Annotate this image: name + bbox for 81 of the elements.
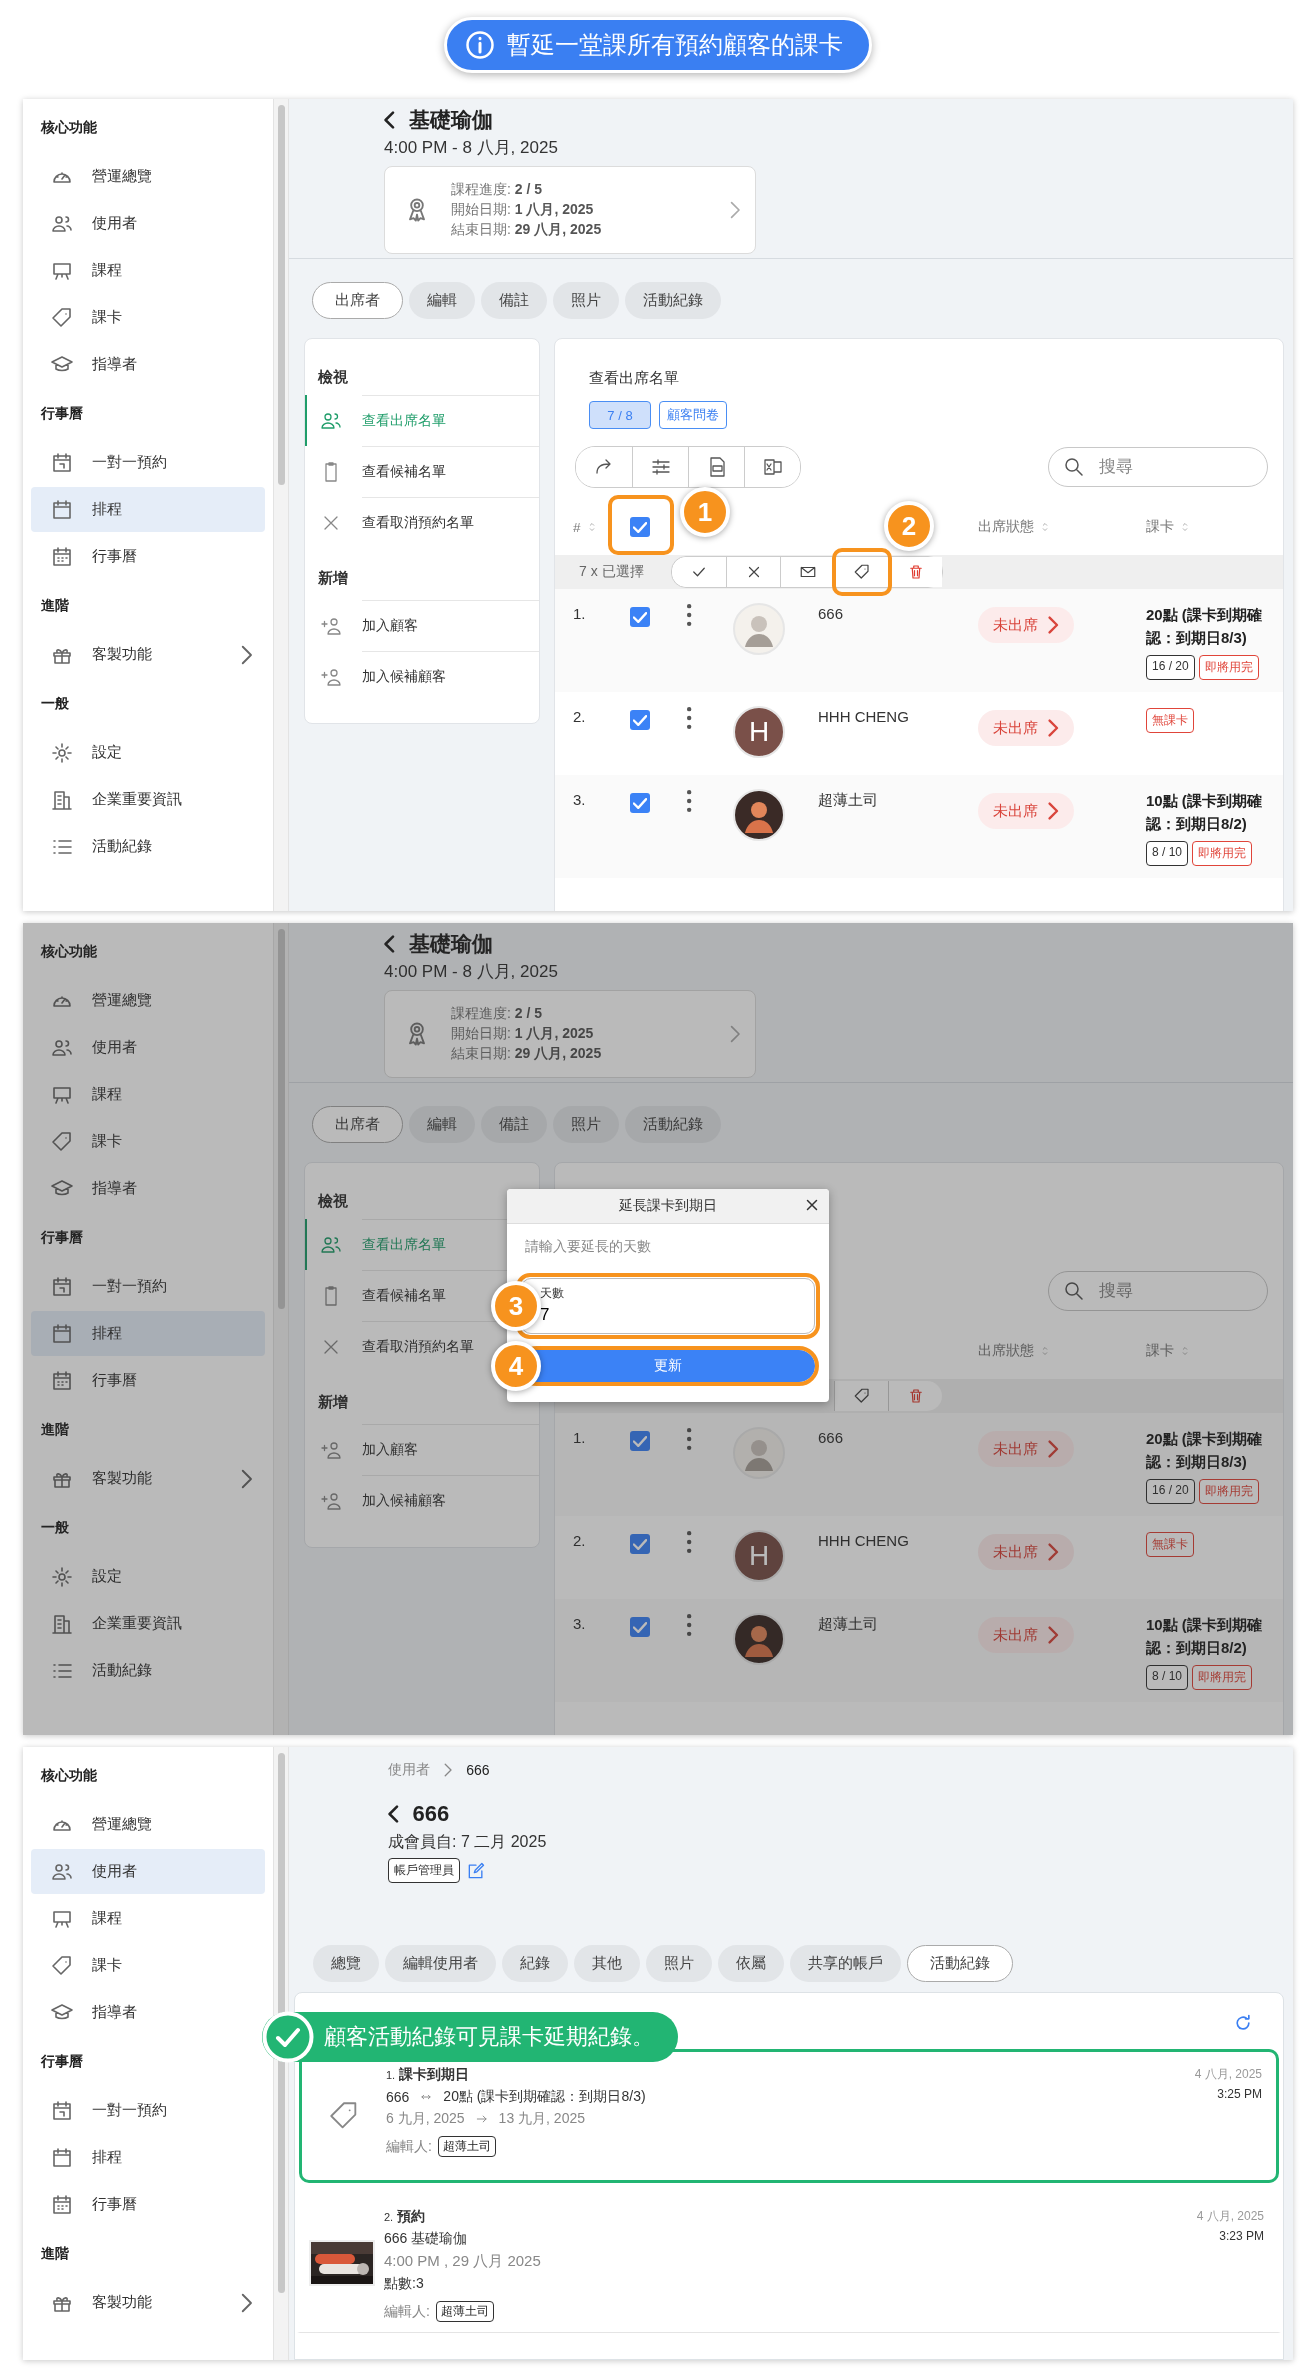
usage-badge: 16 / 20 [1146, 655, 1195, 680]
entry-number: 2. [384, 2211, 394, 2223]
page-title: 666 [412, 1801, 450, 1827]
usage-badge: 8 / 10 [1146, 1665, 1189, 1690]
booking-summary: 666 基礎瑜伽 [384, 2230, 469, 2248]
sidebar-heading: 進階 [40, 2243, 70, 2263]
pass-name: 10點 (課卡到期確認：到期日8/2) [1146, 1615, 1263, 1658]
avatar: H [733, 706, 785, 758]
editor-label: 編輯人: [384, 2302, 430, 2321]
points: 點數:3 [384, 2275, 425, 2293]
role-tag: 帳戶管理員 [388, 1858, 460, 1883]
pass-name: 20點 (課卡到期確認：到期日8/3) [443, 2088, 646, 2106]
sidebar-heading: 核心功能 [40, 117, 98, 137]
session-time: 4:00 PM - 8 八月, 2025 [384, 137, 559, 159]
warning-badge: 即將用完 [1192, 841, 1253, 866]
pass-name: 20點 (課卡到期確認：到期日8/3) [1146, 605, 1263, 648]
info-line: 開始日期: 1 八月, 2025 [451, 201, 595, 219]
customer-name: HHH CHENG [818, 1531, 910, 1549]
sidebar-heading: 進階 [40, 595, 70, 615]
entry-time: 3:25 PM [1217, 2087, 1262, 2101]
field-label: 天數 [540, 1285, 564, 1302]
editor-label: 編輯人: [386, 2137, 432, 2156]
row-number: 3. [573, 1614, 587, 1632]
sidebar-heading: 一般 [40, 1517, 70, 1537]
warning-badge: 即將用完 [1198, 1479, 1259, 1504]
customer-name: 超薄土司 [818, 790, 879, 810]
sidebar-heading: 一般 [40, 693, 70, 713]
booking-time: 4:00 PM , 29 八月 2025 [384, 2252, 542, 2271]
session-time: 4:00 PM - 8 八月, 2025 [384, 961, 559, 983]
entry-date: 4 八月, 2025 [1196, 2208, 1264, 2225]
old-date: 6 九月, 2025 [386, 2110, 465, 2128]
customer-name: 666 [818, 1428, 845, 1446]
customer-name: 超薄土司 [818, 1614, 879, 1634]
dialog-title: 延長課卡到期日 [619, 1197, 717, 1215]
usage-badge: 16 / 20 [1146, 1479, 1195, 1504]
entry-title: 預約 [397, 2208, 426, 2226]
customer-name: 666 [386, 2089, 410, 2105]
info-line: 結束日期: 29 八月, 2025 [451, 221, 603, 239]
page-title: 基礎瑜伽 [408, 107, 493, 133]
customer-name: 666 [818, 604, 845, 622]
editor-tag: 超薄土司 [435, 2301, 494, 2322]
member-since: 成會員自: 7 二月 2025 [388, 1832, 548, 1852]
new-date: 13 九月, 2025 [498, 2110, 585, 2128]
menu-heading: 檢視 [317, 1191, 349, 1211]
pass-name: 10點 (課卡到期確認：到期日8/2) [1146, 791, 1263, 834]
row-number: 1. [573, 1428, 587, 1446]
info-line: 課程進度: 2 / 5 [451, 1005, 544, 1023]
row-number: 1. [573, 604, 587, 622]
menu-heading: 新增 [317, 568, 349, 588]
usage-badge: 8 / 10 [1146, 841, 1189, 866]
info-line: 課程進度: 2 / 5 [451, 181, 544, 199]
card-title: 查看出席名單 [589, 369, 680, 388]
sidebar-heading: 行事曆 [40, 403, 84, 423]
entry-title: 課卡到期日 [399, 2066, 470, 2084]
sidebar-heading: 核心功能 [40, 941, 98, 961]
info-line: 開始日期: 1 八月, 2025 [451, 1025, 595, 1043]
row-number: 2. [573, 707, 587, 725]
row-number: 2. [573, 1531, 587, 1549]
entry-time: 3:23 PM [1219, 2229, 1264, 2243]
menu-heading: 新增 [317, 1392, 349, 1412]
editor-tag: 超薄土司 [437, 2136, 496, 2157]
sidebar-heading: 核心功能 [40, 1765, 98, 1785]
warning-badge: 即將用完 [1198, 655, 1259, 680]
warning-badge: 無課卡 [1146, 1532, 1194, 1557]
info-line: 結束日期: 29 八月, 2025 [451, 1045, 603, 1063]
warning-badge: 無課卡 [1146, 708, 1194, 733]
warning-badge: 即將用完 [1192, 1665, 1253, 1690]
page-title: 基礎瑜伽 [408, 931, 493, 957]
callout-text: 顧客活動紀錄可見課卡延期紀錄。 [324, 2023, 654, 2051]
sidebar-heading: 行事曆 [40, 2051, 84, 2071]
customer-name: HHH CHENG [818, 707, 910, 725]
row-number: 3. [573, 790, 587, 808]
menu-heading: 檢視 [317, 367, 349, 387]
entry-number: 1. [386, 2069, 396, 2081]
sidebar-heading: 進階 [40, 1419, 70, 1439]
banner-text: 暫延一堂課所有預約顧客的課卡 [507, 30, 843, 60]
pass-name: 20點 (課卡到期確認：到期日8/3) [1146, 1429, 1263, 1472]
sidebar-heading: 行事曆 [40, 1227, 84, 1247]
avatar: H [733, 1530, 785, 1582]
selection-count: 7 x 已選擇 [579, 563, 644, 579]
entry-date: 4 八月, 2025 [1194, 2066, 1262, 2083]
